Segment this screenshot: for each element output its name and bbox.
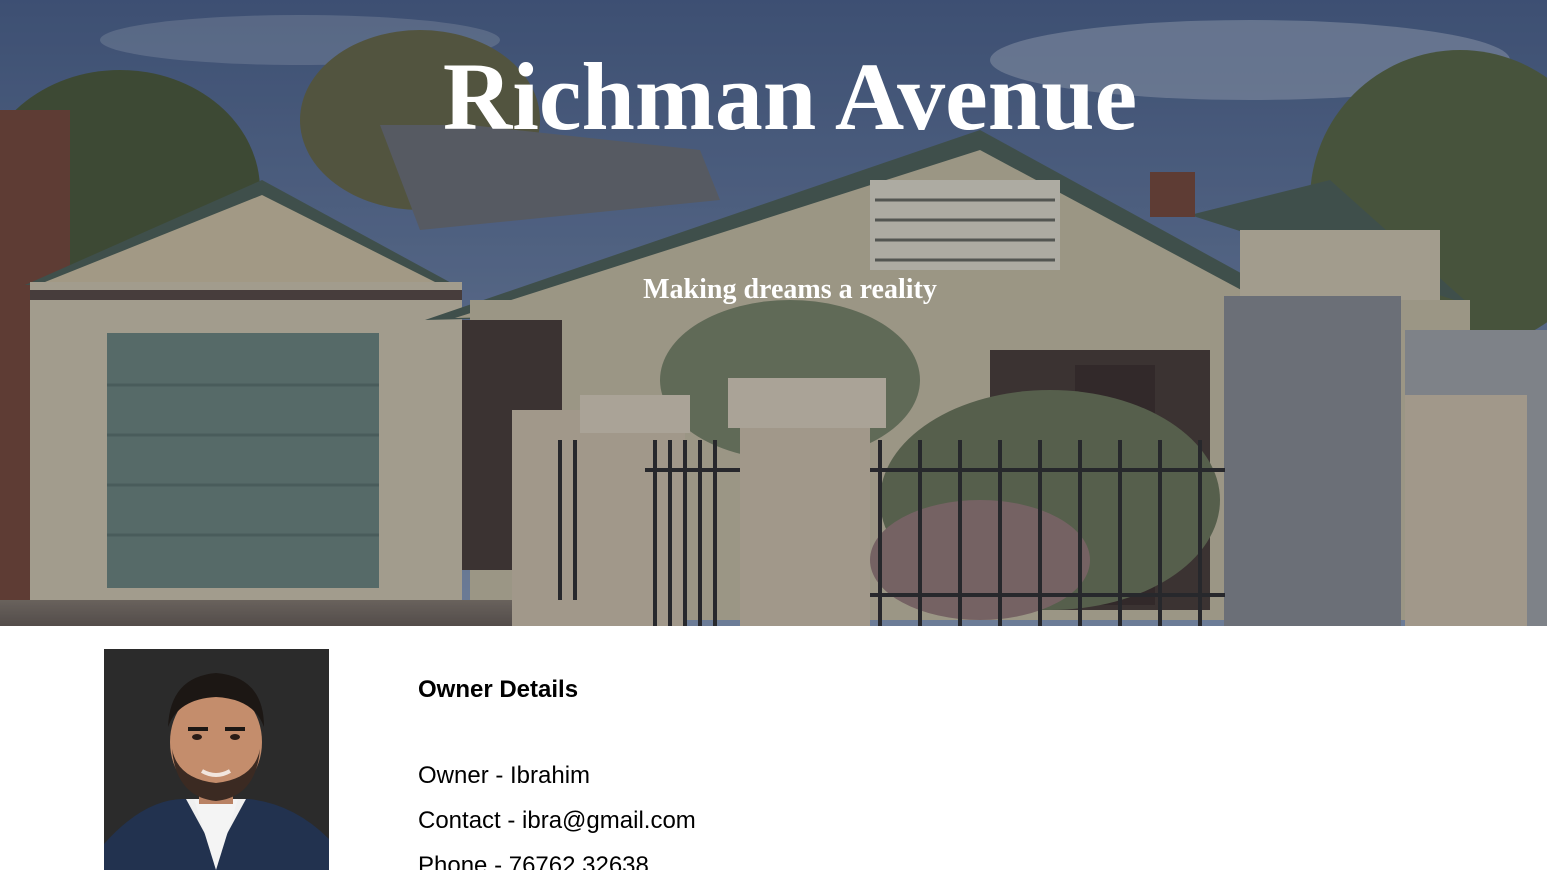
owner-details-section: Owner Details Owner - Ibrahim Contact - …	[418, 670, 696, 870]
page-title: Richman Avenue	[442, 43, 1138, 150]
owner-contact-email: Contact - ibra@gmail.com	[418, 807, 696, 834]
page-tagline: Making dreams a reality	[643, 274, 937, 305]
owner-phone: Phone - 76762 32638	[418, 852, 649, 870]
hero-banner: Richman Avenue Making dreams a reality	[0, 0, 1547, 626]
owner-name: Owner - Ibrahim	[418, 762, 591, 789]
owner-portrait-image	[104, 649, 329, 870]
owner-details-heading: Owner Details	[418, 676, 579, 703]
page: Richman Avenue Making dreams a reality O…	[0, 0, 1547, 870]
owner-avatar	[104, 649, 329, 870]
